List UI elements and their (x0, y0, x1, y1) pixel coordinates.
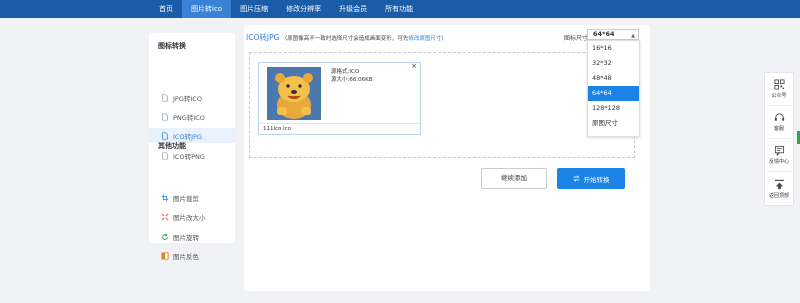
convert-arrows-icon (572, 175, 580, 182)
back-to-top-button[interactable]: 返回顶部 (765, 172, 793, 205)
qrcode-icon (774, 79, 784, 90)
nav-home[interactable]: 首页 (150, 0, 182, 18)
page-title-row: ICO转JPG （原图像高不一致时选择尺寸会造成画面变形，可先修改原图尺寸） (246, 32, 447, 43)
nav-image-compress[interactable]: 图片压缩 (231, 0, 277, 18)
sidebar-item-resize[interactable]: 图片改大小 (149, 209, 235, 224)
sidebar-section-icon-convert: 图标转换 (158, 42, 186, 50)
page-title: ICO转JPG (246, 33, 280, 42)
size-option-original[interactable]: 原图尺寸 (588, 116, 639, 131)
rotate-icon (161, 233, 169, 241)
sidebar-item-label: ICO转PNG (173, 152, 205, 161)
sidebar-item-label: JPG转ICO (173, 94, 202, 103)
sidebar-item-crop[interactable]: 图片裁剪 (149, 190, 235, 205)
feedback-center-button[interactable]: 反馈中心 (765, 139, 793, 172)
sidebar-section-other: 其他功能 (158, 142, 186, 150)
sidebar-item-invert[interactable]: 图片反色 (149, 248, 235, 263)
floatbar-label: 返回顶部 (768, 192, 789, 199)
sidebar-item-label: 图片反色 (173, 252, 199, 261)
back-to-top-icon (774, 179, 784, 189)
feedback-icon (774, 145, 784, 156)
file-icon (161, 93, 169, 102)
continue-add-button[interactable]: 继续添加 (481, 168, 547, 189)
floatbar-label: 公众号 (771, 93, 787, 99)
icon-size-select[interactable]: 64*64 ▲ (587, 29, 639, 40)
file-info: 源格式:ICO 源大小:66.06KB (331, 68, 372, 84)
note-text-end: ） (441, 36, 447, 42)
floatbar-label: 客服 (773, 126, 784, 132)
close-icon[interactable]: × (411, 62, 417, 70)
headset-icon (774, 113, 784, 121)
floating-toolbar: 公众号 客服 反馈中心 返回顶部 (764, 72, 794, 206)
resize-icon (161, 213, 169, 221)
invert-icon (161, 251, 169, 260)
icon-size-value: 64*64 (593, 30, 615, 38)
sidebar-item-label: 图片旋转 (173, 233, 199, 242)
sidebar: 图标转换 JPG转ICO PNG转ICO ICO转JPG ICO转PNG 其他功… (149, 33, 235, 261)
note-text: （原图像高不一致时选择尺寸会造成画面变形，可先 (281, 36, 409, 42)
sidebar-item-label: PNG转ICO (173, 113, 205, 122)
sidebar-item-label: 图片改大小 (173, 213, 206, 222)
sidebar-item-label: 图片裁剪 (173, 194, 199, 203)
size-option-128[interactable]: 128*128 (588, 101, 639, 116)
nav-upgrade-member[interactable]: 升级会员 (330, 0, 376, 18)
file-icon (161, 112, 169, 121)
floatbar-label: 反馈中心 (768, 159, 789, 165)
file-size: 源大小:66.06KB (331, 77, 373, 83)
file-thumbnail (267, 67, 321, 120)
sidebar-item-png-to-ico[interactable]: PNG转ICO (149, 109, 235, 124)
file-icon (161, 151, 169, 160)
sidebar-item-label: ICO转JPG (173, 132, 202, 141)
icon-size-dropdown: 16*16 32*32 48*48 64*64 128*128 原图尺寸 (587, 40, 640, 137)
divider (259, 123, 420, 124)
file-card: × 源格式:ICO 源大小:66.06KB 111ico.ico (258, 62, 421, 135)
size-option-32[interactable]: 32*32 (588, 56, 639, 71)
sidebar-item-jpg-to-ico[interactable]: JPG转ICO (149, 90, 235, 105)
sidebar-item-rotate[interactable]: 图片旋转 (149, 229, 235, 244)
nav-all-features[interactable]: 所有功能 (376, 0, 422, 18)
wechat-official-button[interactable]: 公众号 (765, 73, 793, 106)
nav-change-resolution[interactable]: 修改分辨率 (277, 0, 330, 18)
file-format: 源格式:ICO (331, 69, 360, 75)
crop-icon (161, 194, 169, 202)
start-convert-label: 开始转换 (583, 175, 610, 184)
icon-size-label: 图标尺寸 (564, 35, 589, 42)
size-option-48[interactable]: 48*48 (588, 71, 639, 86)
size-option-64[interactable]: 64*64 (588, 86, 639, 101)
top-nav: 首页 图片转ico 图片压缩 修改分辨率 升级会员 所有功能 (0, 0, 800, 18)
resize-note: （原图像高不一致时选择尺寸会造成画面变形，可先修改原图尺寸） (282, 36, 447, 42)
size-option-16[interactable]: 16*16 (588, 41, 639, 56)
start-convert-button[interactable]: 开始转换 (557, 168, 625, 189)
edit-original-size-link[interactable]: 修改原图尺寸 (408, 36, 441, 42)
file-icon (161, 131, 169, 140)
nav-image-to-ico[interactable]: 图片转ico (182, 0, 232, 18)
customer-service-button[interactable]: 客服 (765, 106, 793, 139)
file-name: 111ico.ico (263, 126, 291, 132)
